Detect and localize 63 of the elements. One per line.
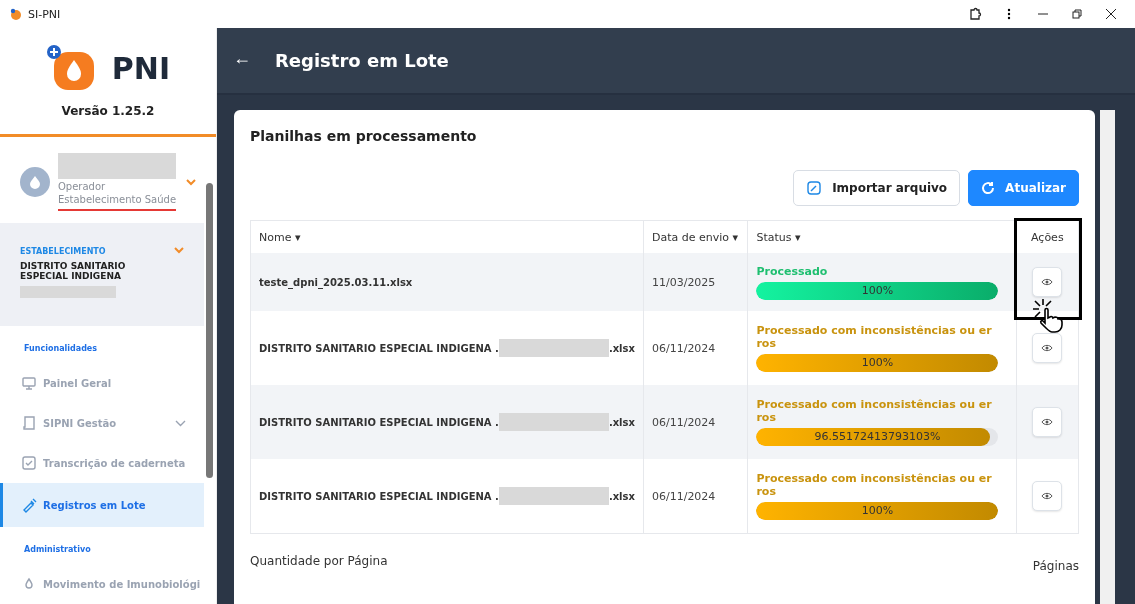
file-name: DISTRITO SANITARIO ESPECIAL INDIGENA . bbox=[259, 490, 499, 502]
establishment-label: ESTABELECIMENTO bbox=[20, 247, 107, 256]
view-button[interactable] bbox=[1032, 407, 1063, 437]
checkbox-icon bbox=[21, 455, 37, 471]
chevron-down-icon[interactable] bbox=[186, 178, 196, 186]
syringe-icon bbox=[21, 497, 37, 513]
pages-label: Páginas bbox=[1032, 558, 1079, 573]
scrollbar-thumb[interactable] bbox=[206, 183, 213, 478]
back-button[interactable]: ← bbox=[233, 48, 251, 73]
logo-text: PNI bbox=[111, 50, 171, 86]
status-text: Processado bbox=[756, 264, 829, 278]
date-text: 06/11/2024 bbox=[651, 341, 716, 355]
view-button[interactable] bbox=[1032, 267, 1063, 297]
establishment-panel[interactable]: ESTABELECIMENTO DISTRITO SANITARIO ESPECIAL INDIGENA bbox=[0, 223, 204, 326]
sidebar-item[interactable]: Registros em Lote bbox=[0, 483, 204, 527]
view-button[interactable] bbox=[1032, 333, 1063, 363]
file-name: teste_dpni_2025.03.11.xlsx bbox=[259, 276, 413, 288]
establishment-name: DISTRITO SANITARIO ESPECIAL INDIGENA bbox=[20, 261, 127, 281]
sort-icon[interactable]: ▾ bbox=[294, 230, 301, 244]
chevron-down-icon[interactable] bbox=[174, 247, 184, 254]
status-text: Processado com inconsistências ou erros bbox=[756, 324, 993, 350]
date-text: 06/11/2024 bbox=[651, 415, 716, 429]
eye-icon bbox=[1041, 278, 1054, 286]
user-unit: Estabelecimento Saúde bbox=[58, 194, 177, 211]
file-name: DISTRITO SANITARIO ESPECIAL INDIGENA . bbox=[259, 416, 499, 428]
monitor-icon bbox=[21, 375, 37, 391]
card-title: Planilhas em processamento bbox=[250, 128, 478, 144]
file-extension: .xlsx bbox=[608, 490, 635, 502]
window-title: SI-PNI bbox=[28, 7, 61, 21]
eye-icon bbox=[1041, 418, 1054, 426]
file-extension: .xlsx bbox=[608, 342, 635, 354]
version-text: Versão 1.25.2 bbox=[61, 104, 155, 118]
file-extension: .xlsx bbox=[608, 416, 635, 428]
view-button[interactable] bbox=[1032, 481, 1063, 511]
progress-percent: 100% bbox=[860, 503, 895, 519]
status-text: Processado com inconsistências ou erros bbox=[756, 398, 993, 424]
progress-percent: 100% bbox=[860, 282, 895, 299]
eye-icon bbox=[1041, 344, 1054, 352]
per-page-label: Quantidade por Página bbox=[250, 554, 388, 568]
date-text: 06/11/2024 bbox=[651, 489, 716, 503]
progress-percent: 100% bbox=[860, 355, 895, 371]
sort-icon[interactable]: ▾ bbox=[732, 230, 739, 244]
file-icon bbox=[806, 180, 823, 196]
sort-icon[interactable]: ▾ bbox=[795, 230, 801, 244]
scroll-icon bbox=[21, 415, 37, 431]
status-text: Processado com inconsistências ou erros bbox=[756, 472, 993, 498]
app-logo-icon bbox=[10, 8, 22, 20]
column-header[interactable]: Data de envio bbox=[651, 230, 729, 244]
refresh-icon bbox=[981, 181, 996, 195]
date-text: 11/03/2025 bbox=[651, 275, 716, 289]
file-name: DISTRITO SANITARIO ESPECIAL INDIGENA . bbox=[259, 342, 499, 354]
page-title: Registro em Lote bbox=[275, 50, 449, 71]
section-heading: Administrativo bbox=[23, 544, 92, 556]
import-button[interactable]: Importar arquivo bbox=[793, 170, 961, 206]
scrollbar-track[interactable] bbox=[1100, 110, 1115, 604]
column-header[interactable]: Ações bbox=[1031, 230, 1064, 244]
eye-icon bbox=[1041, 492, 1054, 500]
user-role: Operador bbox=[58, 181, 107, 192]
column-header[interactable]: Nome bbox=[259, 230, 292, 244]
section-heading: Funcionalidades bbox=[23, 343, 99, 355]
avatar bbox=[20, 167, 50, 197]
column-header[interactable]: Status bbox=[756, 230, 792, 244]
progress-percent: 96.55172413793103% bbox=[813, 429, 942, 445]
